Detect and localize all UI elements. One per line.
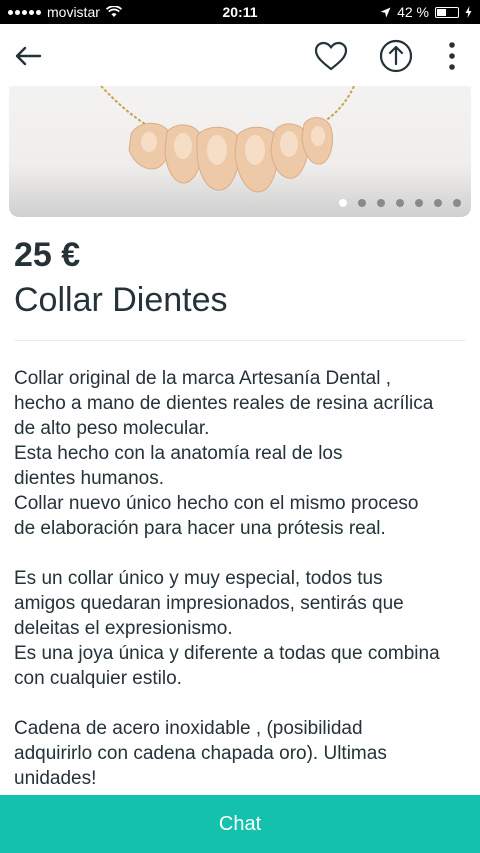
- battery-percent: 42 %: [397, 4, 429, 20]
- status-right: 42 %: [380, 4, 472, 20]
- pagination-dot[interactable]: [339, 199, 347, 207]
- back-button[interactable]: [6, 34, 50, 78]
- more-button[interactable]: [430, 34, 474, 78]
- app-header: [0, 24, 480, 86]
- pagination-dot[interactable]: [415, 199, 423, 207]
- product-image: [100, 86, 355, 193]
- share-icon: [379, 39, 413, 73]
- battery-fill: [437, 8, 446, 16]
- status-bar: movistar 20:11 42 %: [0, 0, 480, 24]
- more-vertical-icon: [449, 42, 455, 70]
- product-image-gallery[interactable]: [9, 86, 471, 217]
- pagination-dot[interactable]: [358, 199, 366, 207]
- product-price: 25 €: [14, 236, 81, 274]
- gallery-pagination[interactable]: [339, 199, 461, 207]
- battery-icon: [435, 6, 459, 18]
- chat-button[interactable]: Chat: [0, 795, 480, 853]
- product-description: Collar original de la marca Artesanía De…: [14, 368, 440, 789]
- location-icon: [380, 7, 391, 17]
- arrow-left-icon: [15, 46, 42, 66]
- charging-icon: [465, 6, 472, 18]
- pagination-dot[interactable]: [434, 199, 442, 207]
- chat-button-label: Chat: [218, 812, 262, 835]
- pagination-dot[interactable]: [453, 199, 461, 207]
- share-button[interactable]: [374, 34, 418, 78]
- product-title: Collar Dientes: [14, 281, 228, 319]
- pagination-dot[interactable]: [396, 199, 404, 207]
- divider: [14, 340, 466, 341]
- favorite-button[interactable]: [309, 34, 353, 78]
- heart-icon: [314, 41, 348, 71]
- pagination-dot[interactable]: [377, 199, 385, 207]
